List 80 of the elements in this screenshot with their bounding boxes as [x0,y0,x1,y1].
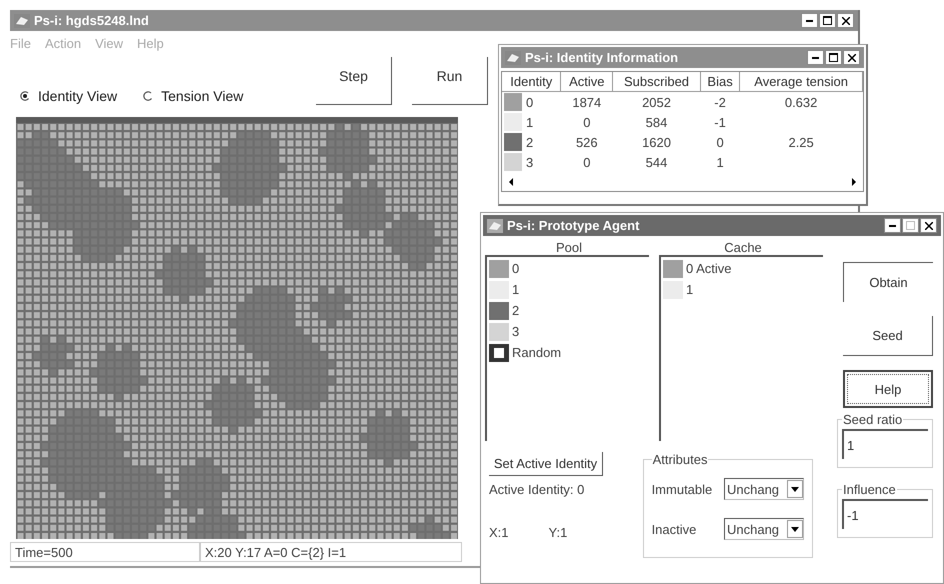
window-title: Ps-i: Prototype Agent [507,218,640,233]
app-icon [487,218,503,232]
minimize-button[interactable] [884,218,901,233]
toolbar-button[interactable]: Step [316,57,392,105]
dropdown-arrow-icon [791,486,799,492]
app-icon [14,14,30,28]
column-header[interactable]: Active [560,72,613,92]
dropdown[interactable]: Unchang [724,478,804,500]
maximize-icon [829,53,838,62]
dropdown-arrow-icon [791,526,799,532]
minimize-icon [889,224,896,226]
action-button[interactable]: Seed [843,316,933,356]
list-item[interactable]: 1 [686,282,694,297]
radio-label[interactable]: Tension View [161,88,244,104]
coordinate-label: X:1 [489,525,509,540]
table-cell-text: 584 [644,114,668,132]
action-button[interactable]: Help [843,370,933,408]
list-item[interactable]: 0 [512,261,520,276]
scroll-left-icon [508,178,514,186]
list-item[interactable]: 0 Active [686,261,732,276]
group-label: Seed ratio [842,412,904,427]
coordinate-label: Y:1 [548,525,568,540]
table-cell-text: 1 [715,154,725,172]
input-field[interactable]: -1 [842,499,928,529]
table-cell: 0 [526,94,534,110]
table-cell: 2 [526,134,534,150]
maximize-icon [906,221,915,230]
table-cell: 1 [526,114,534,130]
radio-label[interactable]: Identity View [38,88,118,104]
toolbar-button[interactable]: Run [412,57,488,105]
group-label: Attributes [652,452,708,467]
app-icon [505,50,521,64]
table-cell: 0.632 [740,92,862,112]
table-cell-text: 0 [582,114,592,132]
close-icon [924,222,932,230]
column-header[interactable]: Average tension [740,72,862,92]
window-title: Ps-i: hgds5248.lnd [34,13,149,28]
action-button[interactable]: Obtain [843,262,933,302]
field-label: Immutable [652,482,712,496]
table-cell-text: 0 [715,134,725,152]
random-icon [489,344,509,362]
status-field: Time=500 [10,542,200,562]
table-cell-text: 544 [644,154,668,172]
minimize-icon [812,56,819,58]
cache-list[interactable]: 0 Active 1 [659,255,823,441]
window-title: Ps-i: Identity Information [525,50,678,65]
table-cell-text: 1620 [641,134,672,152]
table-cell: 3 [526,154,534,170]
list-item[interactable]: 3 [512,324,520,339]
table-cell: 2052 [612,92,700,112]
radio-button[interactable] [20,91,30,101]
table-cell-text: 2.25 [787,134,815,152]
maximize-icon [823,16,832,25]
list-label: Pool [556,240,582,255]
list-item[interactable]: 1 [512,282,520,297]
pool-list[interactable]: 0 1 2 3 Random [485,255,649,441]
table-cell: -2 [700,92,740,112]
scroll-right-icon [851,178,857,186]
table-cell-text: 526 [574,134,599,152]
field-label: Inactive [652,522,696,536]
close-button[interactable] [920,218,937,233]
status-field: X:20 Y:17 A=0 C={2} I=1 [200,542,462,562]
table-cell-text: 0 [582,154,592,172]
group-label: Influence [842,482,897,497]
dropdown[interactable]: Unchang [724,518,804,540]
minimize-icon [806,20,813,22]
input-field[interactable]: 1 [842,429,928,459]
close-icon [848,54,856,62]
radio-button[interactable] [143,91,154,101]
table-cell-text: -1 [713,114,727,132]
list-item[interactable]: Random [512,345,562,360]
table-cell: 1874 [560,92,613,112]
column-header[interactable]: Subscribed [612,72,700,92]
close-icon [842,16,850,24]
column-header[interactable]: Identity [502,72,561,92]
column-header[interactable]: Bias [700,72,740,92]
active-identity-label: Active Identity: 0 [489,482,586,497]
list-label: Cache [724,240,762,255]
set-active-button[interactable]: Set Active Identity [489,452,603,476]
list-item[interactable]: 2 [512,303,520,318]
